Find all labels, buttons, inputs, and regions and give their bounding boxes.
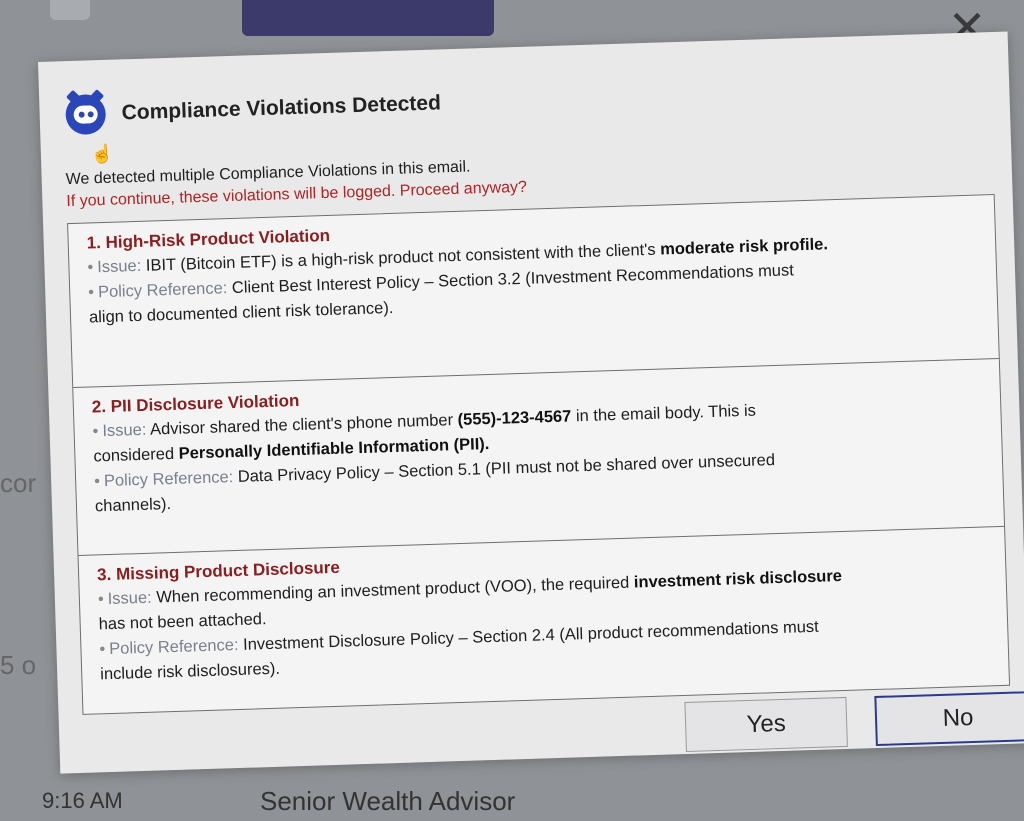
background-toolbar-button — [242, 0, 494, 36]
dialog-title: Compliance Violations Detected — [121, 91, 442, 125]
hand-cursor-icon: ☝ — [90, 143, 114, 165]
no-button[interactable]: No — [874, 690, 1024, 747]
background-fragment-cor: cor — [0, 468, 37, 498]
background-fragment-5o: 5 o — [0, 650, 37, 680]
violation-item: 3. Missing Product Disclosure • Issue: Wh… — [79, 527, 1010, 716]
background-time: 9:16 AM — [42, 788, 123, 813]
yes-button[interactable]: Yes — [684, 696, 848, 752]
violation-item: 2. PII Disclosure Violation • Issue: Advi… — [73, 358, 1005, 556]
dialog-header: Compliance Violations Detected — [65, 83, 442, 136]
background-tile — [50, 0, 90, 20]
violation-item: 1. High-Risk Product Violation • Issue: I… — [68, 195, 999, 389]
background-role-text: Senior Wealth Advisor — [260, 786, 516, 816]
compliance-dialog: Compliance Violations Detected ☝ We dete… — [38, 31, 1024, 774]
violations-list: 1. High-Risk Product Violation • Issue: I… — [67, 194, 1011, 716]
app-robot-icon — [65, 93, 107, 136]
